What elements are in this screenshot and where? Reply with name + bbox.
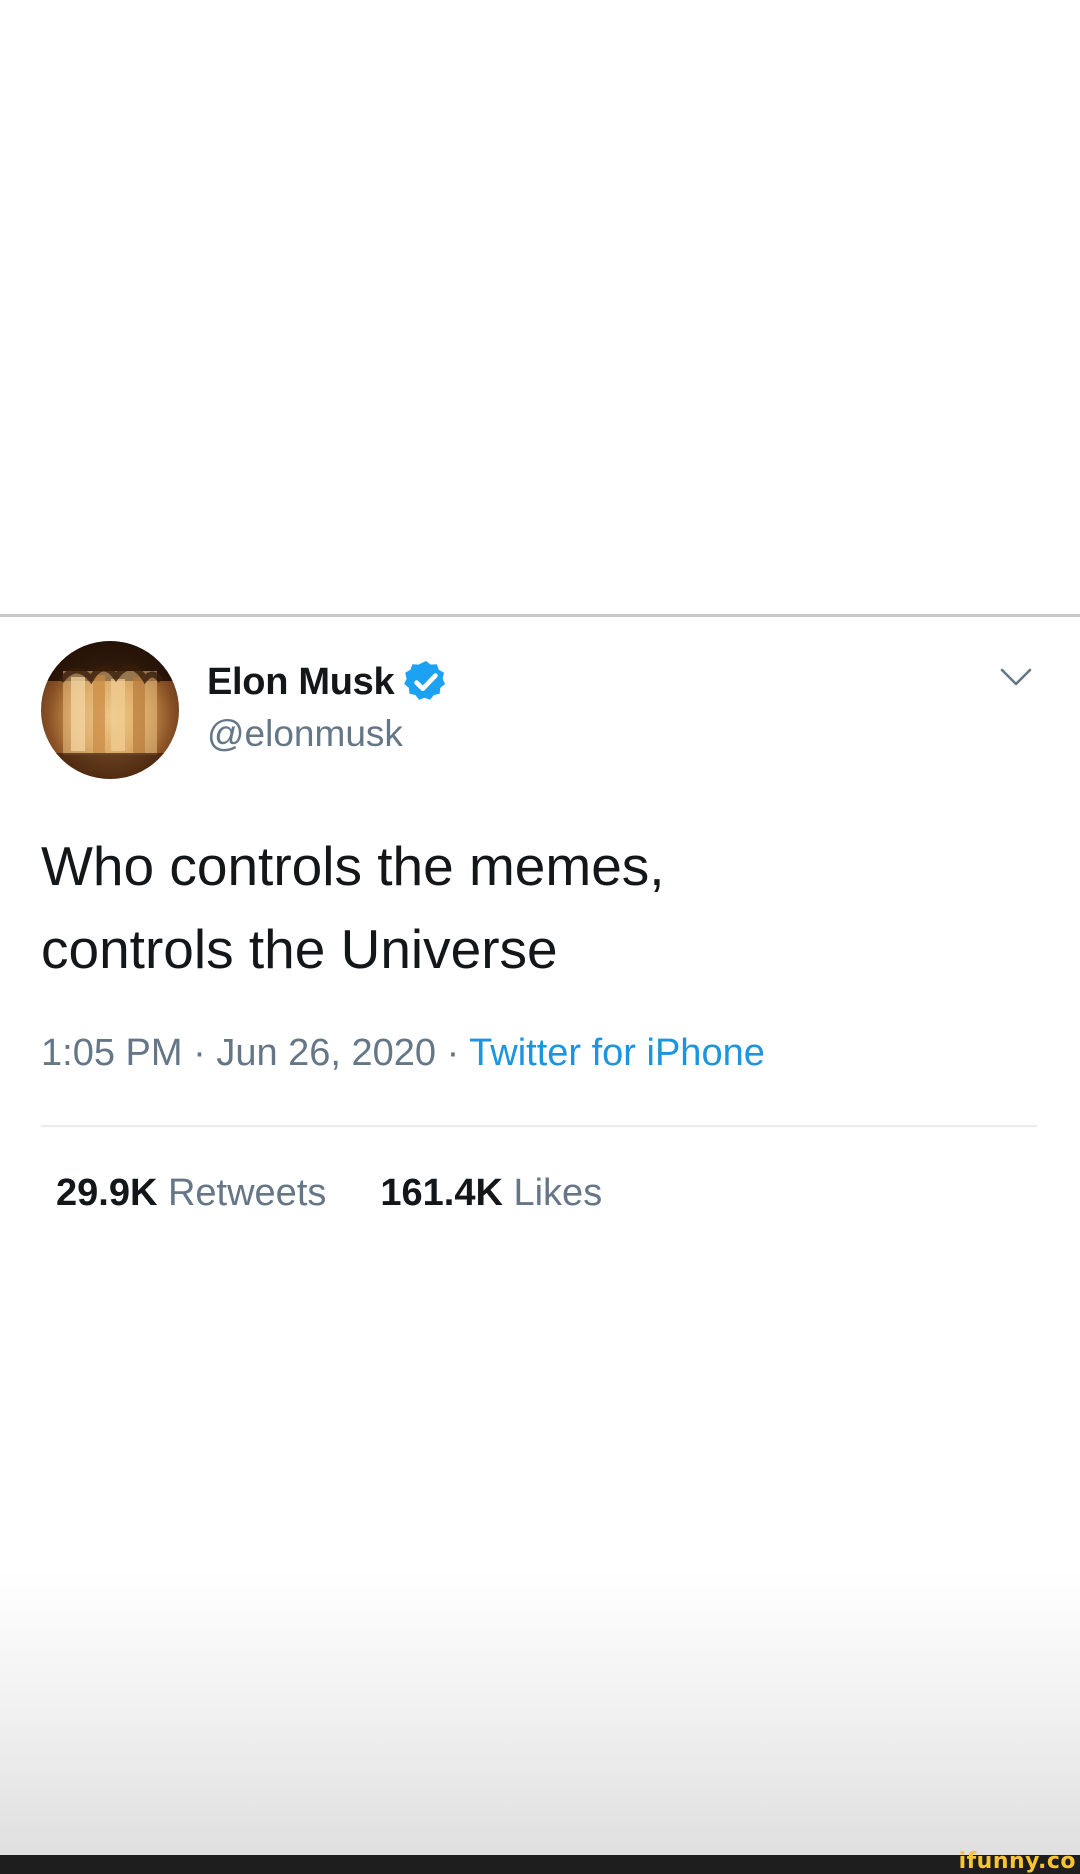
chevron-down-icon[interactable]: [998, 662, 1034, 692]
meta-separator: ·: [446, 1032, 460, 1074]
tweet-text-line: Who controls the memes,: [41, 835, 665, 897]
tweet-meta: 1:05 PM · Jun 26, 2020 · Twitter for iPh…: [41, 1032, 765, 1075]
verified-badge-icon: [404, 661, 446, 700]
watermark-bar: [0, 1855, 1080, 1874]
divider: [41, 1125, 1037, 1127]
tweet-date[interactable]: Jun 26, 2020: [216, 1032, 436, 1074]
blank-area: [0, 0, 1080, 614]
retweets-label: Retweets: [167, 1172, 327, 1214]
divider: [0, 614, 1080, 617]
watermark-logo: ifunny.co: [958, 1849, 1076, 1874]
retweets-count: 29.9K: [56, 1172, 158, 1214]
avatar[interactable]: [41, 641, 179, 779]
retweets-stat[interactable]: 29.9K Retweets: [56, 1172, 326, 1214]
tweet-stats: 29.9K Retweets 161.4K Likes: [56, 1172, 602, 1215]
tweet-source-link[interactable]: Twitter for iPhone: [469, 1032, 765, 1074]
display-name[interactable]: Elon Musk: [207, 661, 395, 704]
likes-count: 161.4K: [380, 1172, 503, 1214]
page: Elon Musk @elonmusk Who controls the mem…: [0, 0, 1080, 1874]
author-handle[interactable]: @elonmusk: [207, 713, 403, 755]
likes-stat[interactable]: 161.4K Likes: [380, 1172, 602, 1214]
tweet-text: Who controls the memes, controls the Uni…: [41, 825, 1041, 991]
tweet-time[interactable]: 1:05 PM: [41, 1032, 183, 1074]
meta-separator: ·: [193, 1032, 206, 1074]
tweet-text-line: controls the Universe: [41, 918, 558, 980]
likes-label: Likes: [513, 1172, 603, 1214]
author-name-row: Elon Musk: [207, 654, 450, 710]
